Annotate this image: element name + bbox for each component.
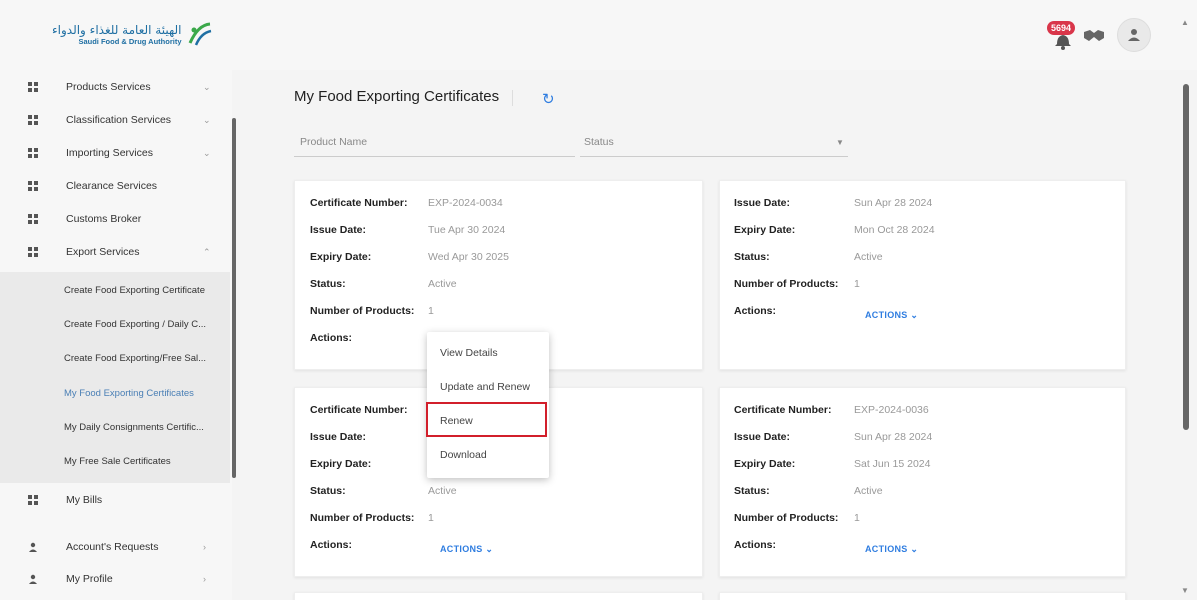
user-avatar-button[interactable] [1117, 18, 1151, 52]
grid-icon [27, 147, 39, 159]
menu-item-view-details[interactable]: View Details [440, 347, 498, 359]
sidebar-item-products-services[interactable]: Products Services ⌄ [0, 70, 232, 104]
grid-icon [27, 114, 39, 126]
actions-button[interactable]: ACTIONS ⌄ [440, 544, 493, 555]
sidebar-item-clearance-services[interactable]: Clearance Services [0, 169, 232, 203]
sidebar-item-customs-broker[interactable]: Customs Broker [0, 202, 232, 236]
certificate-card: Certificate Number: EXP-2024-0036 Issue … [719, 387, 1126, 577]
sidebar-item-classification-services[interactable]: Classification Services ⌄ [0, 103, 232, 137]
product-name-filter[interactable]: Product Name [300, 136, 367, 148]
chevron-right-icon: › [203, 542, 206, 552]
actions-button[interactable]: ACTIONS ⌄ [865, 544, 918, 555]
certificate-card [294, 592, 703, 600]
page-scrollbar[interactable] [1183, 84, 1189, 430]
top-header: الهيئة العامة للغذاء والدواء Saudi Food … [0, 0, 1197, 70]
sidebar-nav: Products Services ⌄ Classification Servi… [0, 70, 232, 600]
sidebar-item-my-bills[interactable]: My Bills [0, 483, 232, 517]
sidebar-item-accounts-requests[interactable]: Account's Requests › [0, 530, 232, 564]
submenu-create-food-exporting-free-sale[interactable]: Create Food Exporting/Free Sal... [64, 353, 206, 364]
actions-button[interactable]: ACTIONS ⌄ [865, 310, 918, 321]
dropdown-arrow-icon[interactable]: ▼ [836, 138, 844, 147]
handshake-icon[interactable] [1083, 27, 1105, 43]
chevron-down-icon: ⌄ [203, 114, 211, 125]
grid-icon [27, 213, 39, 225]
certificate-card: Issue Date: Sun Apr 28 2024 Expiry Date:… [719, 180, 1126, 370]
sidebar-item-importing-services[interactable]: Importing Services ⌄ [0, 136, 232, 170]
submenu-my-free-sale-certificates[interactable]: My Free Sale Certificates [64, 456, 171, 467]
menu-item-download[interactable]: Download [440, 449, 487, 461]
grid-icon [27, 180, 39, 192]
submenu-create-food-exporting-certificate[interactable]: Create Food Exporting Certificate [64, 285, 205, 296]
chevron-up-icon: ⌃ [203, 246, 211, 257]
menu-item-update-and-renew[interactable]: Update and Renew [440, 381, 530, 393]
notification-badge: 5694 [1047, 21, 1076, 35]
person-icon [27, 541, 39, 553]
export-services-submenu [0, 272, 230, 483]
logo-arabic-text: الهيئة العامة للغذاء والدواء [52, 23, 182, 38]
sidebar-scrollbar[interactable] [232, 118, 236, 478]
sidebar-item-export-services[interactable]: Export Services ⌃ [0, 235, 232, 269]
sfda-logo-icon [188, 22, 211, 46]
refresh-icon[interactable]: ↻ [542, 90, 555, 108]
certificate-card [719, 592, 1126, 600]
page-title: My Food Exporting Certificates [294, 88, 500, 105]
renew-highlight-box [426, 402, 547, 437]
chevron-right-icon: › [203, 574, 206, 584]
product-name-underline [294, 156, 575, 157]
page-scroll-down-arrow[interactable]: ▼ [1181, 586, 1189, 595]
chevron-down-icon: ⌄ [203, 81, 211, 92]
grid-icon [27, 494, 39, 506]
logo-english-text: Saudi Food & Drug Authority [78, 37, 182, 47]
submenu-create-food-exporting-daily[interactable]: Create Food Exporting / Daily C... [64, 319, 206, 330]
notifications-button[interactable]: 5694 [1045, 21, 1076, 50]
person-icon [27, 573, 39, 585]
submenu-my-food-exporting-certificates[interactable]: My Food Exporting Certificates [64, 388, 194, 399]
user-icon [1128, 29, 1140, 41]
sidebar-item-my-profile[interactable]: My Profile › [0, 562, 232, 596]
page-scroll-up-arrow[interactable]: ▲ [1181, 18, 1189, 27]
grid-icon [27, 81, 39, 93]
sfda-logo[interactable]: الهيئة العامة للغذاء والدواء Saudi Food … [52, 20, 214, 50]
grid-icon [27, 246, 39, 258]
status-underline [580, 156, 848, 157]
submenu-my-daily-consignments[interactable]: My Daily Consignments Certific... [64, 422, 204, 433]
title-divider [512, 90, 513, 106]
status-filter[interactable]: Status [584, 136, 614, 148]
chevron-down-icon: ⌄ [203, 147, 211, 158]
